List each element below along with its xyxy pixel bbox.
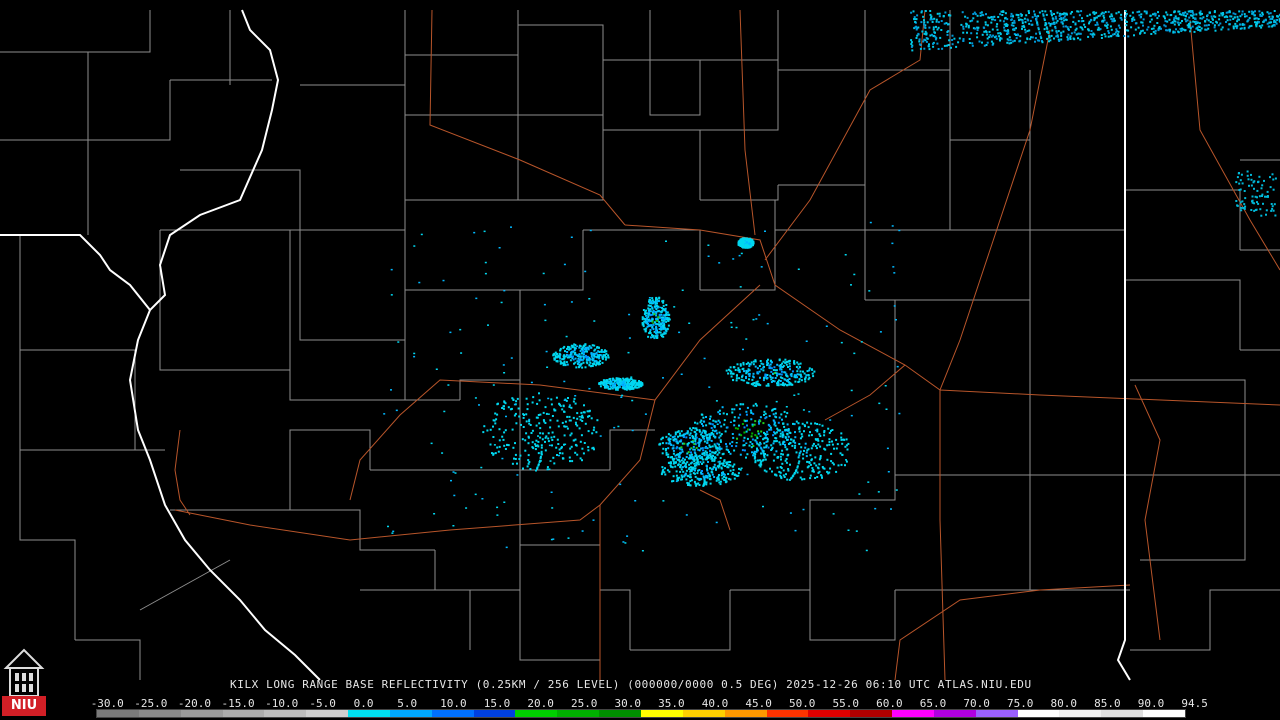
product-caption: KILX LONG RANGE BASE REFLECTIVITY (0.25K… [230,678,1032,691]
colorbar-segment [473,710,516,717]
colorbar-segment [850,710,893,717]
colorbar-segment [1059,710,1102,717]
colorbar-segment [515,710,558,717]
colorbar-segment [766,710,809,717]
colorbar-segment [724,710,767,717]
colorbar-segment [222,710,265,717]
colorbar-segment [138,710,181,717]
colorbar-segment [306,710,349,717]
colorbar-segment [975,710,1018,717]
reflectivity-colorbar [96,709,1186,718]
colorbar-segment [892,710,934,717]
colorbar-segment [97,710,139,717]
logo-text: NIU [2,696,46,716]
colorbar-segment [933,710,976,717]
colorbar-segment [264,710,307,717]
colorbar-segment [599,710,641,717]
radar-map [0,0,1280,720]
colorbar-segment [557,710,600,717]
colorbar-segment [431,710,474,717]
colorbar-segment [682,710,725,717]
colorbar-segment [1143,710,1185,717]
colorbar-segment [1017,710,1060,717]
colorbar-segment [640,710,683,717]
colorbar-segment [808,710,851,717]
scale-tick-labels: -30.0 -25.0 -20.0 -15.0 -10.0 -5.0 0.0 5.0 10.0 1… [91,697,1208,710]
colorbar-segment [348,710,390,717]
colorbar-segment [180,710,223,717]
colorbar-segment [1101,710,1144,717]
colorbar-segment [389,710,432,717]
